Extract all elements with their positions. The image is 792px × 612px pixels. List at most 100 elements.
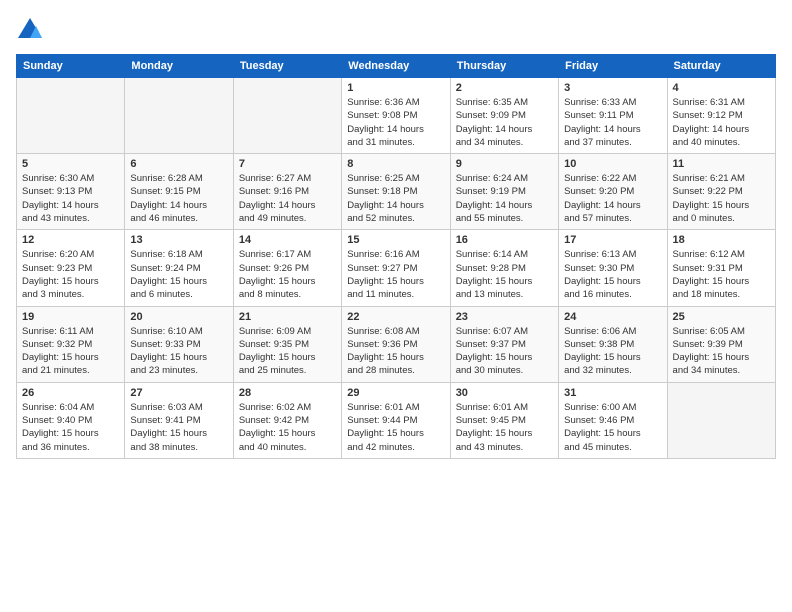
calendar-cell: 1Sunrise: 6:36 AM Sunset: 9:08 PM Daylig… <box>342 78 450 154</box>
calendar-cell: 9 Sunrise: 6:24 AM Sunset: 9:19 PM Daylig… <box>450 154 558 230</box>
logo <box>16 16 48 44</box>
calendar-header: SundayMondayTuesdayWednesdayThursdayFrid… <box>17 55 776 78</box>
calendar-cell: 16 Sunrise: 6:14 AM Sunset: 9:28 PM Dayli… <box>450 230 558 306</box>
day-info: Sunrise: 6:11 AM Sunset: 9:32 PM Dayligh… <box>22 325 119 378</box>
day-number: 27 <box>130 387 227 399</box>
calendar-cell: 12 Sunrise: 6:20 AM Sunset: 9:23 PM Dayli… <box>17 230 125 306</box>
day-number: 16 <box>456 234 553 246</box>
calendar-cell: 3 Sunrise: 6:33 AM Sunset: 9:11 PM Daylig… <box>559 78 667 154</box>
calendar-cell: 4Sunrise: 6:31 AM Sunset: 9:12 PM Daylig… <box>667 78 775 154</box>
day-number: 24 <box>564 311 661 323</box>
calendar-cell <box>667 382 775 458</box>
calendar-cell: 8 Sunrise: 6:25 AM Sunset: 9:18 PM Daylig… <box>342 154 450 230</box>
day-info: Sunrise: 6:35 AM Sunset: 9:09 PM Dayligh… <box>456 96 553 149</box>
calendar-cell <box>233 78 341 154</box>
day-number: 23 <box>456 311 553 323</box>
calendar-cell: 31 Sunrise: 6:00 AM Sunset: 9:46 PM Dayli… <box>559 382 667 458</box>
day-info: Sunrise: 6:04 AM Sunset: 9:40 PM Dayligh… <box>22 401 119 454</box>
day-info: Sunrise: 6:36 AM Sunset: 9:08 PM Dayligh… <box>347 96 444 149</box>
day-number: 4 <box>673 82 770 94</box>
day-info: Sunrise: 6:22 AM Sunset: 9:20 PM Dayligh… <box>564 172 661 225</box>
day-info: Sunrise: 6:09 AM Sunset: 9:35 PM Dayligh… <box>239 325 336 378</box>
day-number: 19 <box>22 311 119 323</box>
day-number: 17 <box>564 234 661 246</box>
day-info: Sunrise: 6:20 AM Sunset: 9:23 PM Dayligh… <box>22 248 119 301</box>
weekday-header: Thursday <box>450 55 558 78</box>
calendar-cell: 25 Sunrise: 6:05 AM Sunset: 9:39 PM Dayli… <box>667 306 775 382</box>
calendar-cell: 13Sunrise: 6:18 AM Sunset: 9:24 PM Dayli… <box>125 230 233 306</box>
weekday-header: Wednesday <box>342 55 450 78</box>
day-number: 10 <box>564 158 661 170</box>
calendar-week-row: 12 Sunrise: 6:20 AM Sunset: 9:23 PM Dayli… <box>17 230 776 306</box>
calendar-cell: 20 Sunrise: 6:10 AM Sunset: 9:33 PM Dayli… <box>125 306 233 382</box>
day-info: Sunrise: 6:21 AM Sunset: 9:22 PM Dayligh… <box>673 172 770 225</box>
weekday-row: SundayMondayTuesdayWednesdayThursdayFrid… <box>17 55 776 78</box>
calendar-cell: 17 Sunrise: 6:13 AM Sunset: 9:30 PM Dayli… <box>559 230 667 306</box>
day-info: Sunrise: 6:12 AM Sunset: 9:31 PM Dayligh… <box>673 248 770 301</box>
day-info: Sunrise: 6:27 AM Sunset: 9:16 PM Dayligh… <box>239 172 336 225</box>
calendar-cell: 27Sunrise: 6:03 AM Sunset: 9:41 PM Dayli… <box>125 382 233 458</box>
calendar-cell: 29 Sunrise: 6:01 AM Sunset: 9:44 PM Dayli… <box>342 382 450 458</box>
day-number: 7 <box>239 158 336 170</box>
day-number: 6 <box>130 158 227 170</box>
calendar-cell: 15Sunrise: 6:16 AM Sunset: 9:27 PM Dayli… <box>342 230 450 306</box>
calendar-cell: 23Sunrise: 6:07 AM Sunset: 9:37 PM Dayli… <box>450 306 558 382</box>
day-number: 29 <box>347 387 444 399</box>
day-info: Sunrise: 6:17 AM Sunset: 9:26 PM Dayligh… <box>239 248 336 301</box>
calendar-week-row: 1Sunrise: 6:36 AM Sunset: 9:08 PM Daylig… <box>17 78 776 154</box>
day-number: 5 <box>22 158 119 170</box>
day-info: Sunrise: 6:18 AM Sunset: 9:24 PM Dayligh… <box>130 248 227 301</box>
day-number: 8 <box>347 158 444 170</box>
day-info: Sunrise: 6:05 AM Sunset: 9:39 PM Dayligh… <box>673 325 770 378</box>
calendar-cell <box>17 78 125 154</box>
day-info: Sunrise: 6:14 AM Sunset: 9:28 PM Dayligh… <box>456 248 553 301</box>
day-info: Sunrise: 6:33 AM Sunset: 9:11 PM Dayligh… <box>564 96 661 149</box>
calendar-cell: 22 Sunrise: 6:08 AM Sunset: 9:36 PM Dayli… <box>342 306 450 382</box>
calendar-cell: 2 Sunrise: 6:35 AM Sunset: 9:09 PM Daylig… <box>450 78 558 154</box>
calendar-cell <box>125 78 233 154</box>
day-number: 14 <box>239 234 336 246</box>
day-info: Sunrise: 6:24 AM Sunset: 9:19 PM Dayligh… <box>456 172 553 225</box>
calendar-cell: 11 Sunrise: 6:21 AM Sunset: 9:22 PM Dayli… <box>667 154 775 230</box>
calendar-cell: 24 Sunrise: 6:06 AM Sunset: 9:38 PM Dayli… <box>559 306 667 382</box>
weekday-header: Friday <box>559 55 667 78</box>
day-number: 18 <box>673 234 770 246</box>
header <box>16 16 776 44</box>
day-info: Sunrise: 6:28 AM Sunset: 9:15 PM Dayligh… <box>130 172 227 225</box>
day-number: 2 <box>456 82 553 94</box>
day-info: Sunrise: 6:10 AM Sunset: 9:33 PM Dayligh… <box>130 325 227 378</box>
day-info: Sunrise: 6:08 AM Sunset: 9:36 PM Dayligh… <box>347 325 444 378</box>
calendar-week-row: 5 Sunrise: 6:30 AM Sunset: 9:13 PM Daylig… <box>17 154 776 230</box>
calendar: SundayMondayTuesdayWednesdayThursdayFrid… <box>16 54 776 459</box>
day-info: Sunrise: 6:00 AM Sunset: 9:46 PM Dayligh… <box>564 401 661 454</box>
day-info: Sunrise: 6:25 AM Sunset: 9:18 PM Dayligh… <box>347 172 444 225</box>
weekday-header: Tuesday <box>233 55 341 78</box>
day-info: Sunrise: 6:01 AM Sunset: 9:45 PM Dayligh… <box>456 401 553 454</box>
day-number: 11 <box>673 158 770 170</box>
day-number: 25 <box>673 311 770 323</box>
day-number: 28 <box>239 387 336 399</box>
day-info: Sunrise: 6:30 AM Sunset: 9:13 PM Dayligh… <box>22 172 119 225</box>
calendar-cell: 21Sunrise: 6:09 AM Sunset: 9:35 PM Dayli… <box>233 306 341 382</box>
calendar-week-row: 26 Sunrise: 6:04 AM Sunset: 9:40 PM Dayli… <box>17 382 776 458</box>
day-number: 9 <box>456 158 553 170</box>
day-info: Sunrise: 6:13 AM Sunset: 9:30 PM Dayligh… <box>564 248 661 301</box>
day-number: 20 <box>130 311 227 323</box>
calendar-cell: 30 Sunrise: 6:01 AM Sunset: 9:45 PM Dayli… <box>450 382 558 458</box>
day-info: Sunrise: 6:06 AM Sunset: 9:38 PM Dayligh… <box>564 325 661 378</box>
calendar-body: 1Sunrise: 6:36 AM Sunset: 9:08 PM Daylig… <box>17 78 776 459</box>
day-info: Sunrise: 6:01 AM Sunset: 9:44 PM Dayligh… <box>347 401 444 454</box>
weekday-header: Saturday <box>667 55 775 78</box>
calendar-cell: 18 Sunrise: 6:12 AM Sunset: 9:31 PM Dayli… <box>667 230 775 306</box>
day-number: 22 <box>347 311 444 323</box>
calendar-cell: 19 Sunrise: 6:11 AM Sunset: 9:32 PM Dayli… <box>17 306 125 382</box>
calendar-cell: 26 Sunrise: 6:04 AM Sunset: 9:40 PM Dayli… <box>17 382 125 458</box>
day-number: 12 <box>22 234 119 246</box>
day-info: Sunrise: 6:16 AM Sunset: 9:27 PM Dayligh… <box>347 248 444 301</box>
day-number: 3 <box>564 82 661 94</box>
calendar-cell: 10 Sunrise: 6:22 AM Sunset: 9:20 PM Dayli… <box>559 154 667 230</box>
day-number: 30 <box>456 387 553 399</box>
day-number: 26 <box>22 387 119 399</box>
calendar-week-row: 19 Sunrise: 6:11 AM Sunset: 9:32 PM Dayli… <box>17 306 776 382</box>
day-number: 31 <box>564 387 661 399</box>
